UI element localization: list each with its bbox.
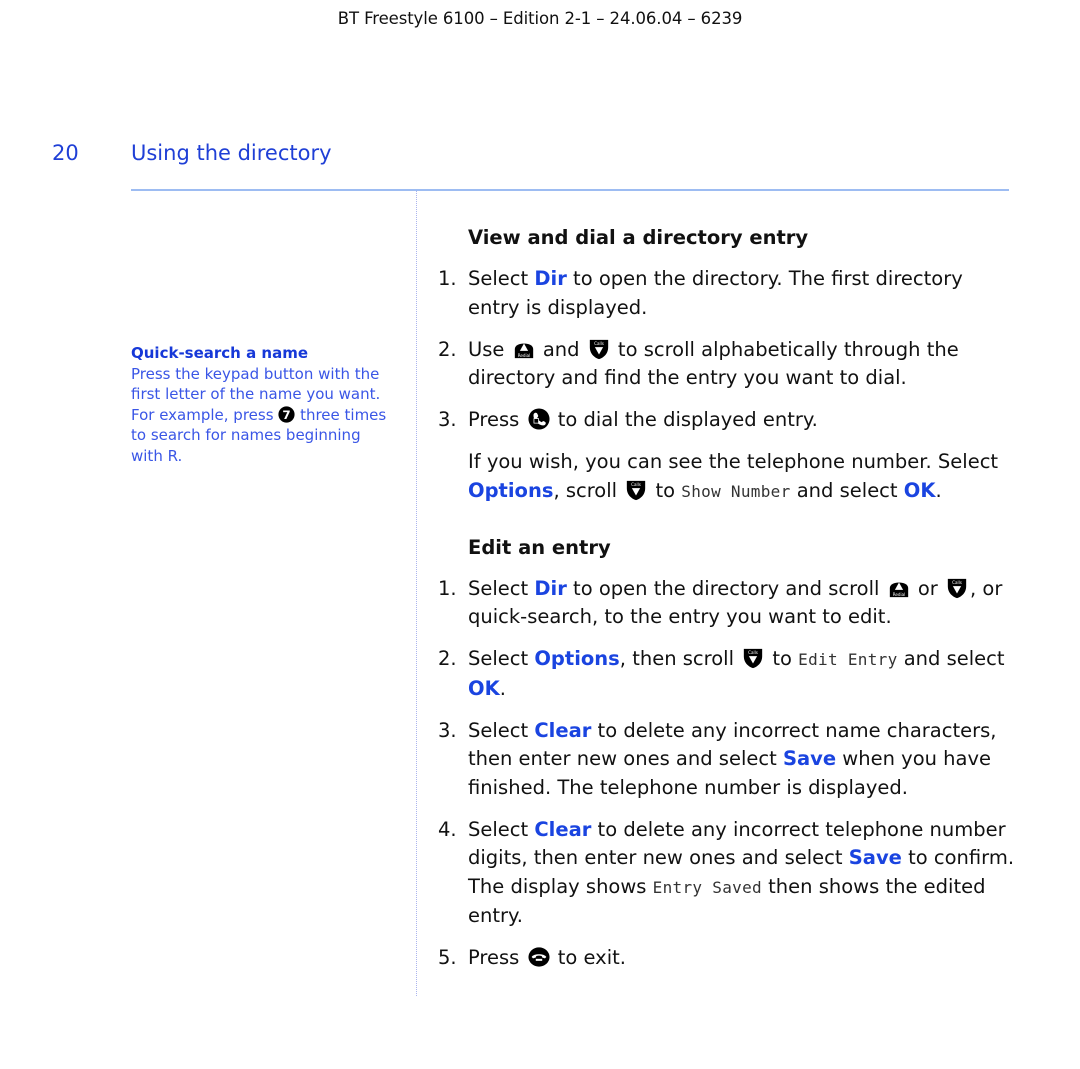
edit-step-4: 4. Select Clear to delete any incorrect … (438, 816, 1018, 931)
edit-step-5: 5. Press to exit. (438, 944, 1018, 973)
keyword-save: Save (782, 747, 837, 770)
step-number: 3. (438, 408, 457, 431)
step-text: and select (897, 647, 1005, 670)
step-text: to dial the displayed entry. (551, 408, 818, 431)
step-text: Select (468, 718, 535, 742)
step-text: . (499, 676, 506, 700)
step-text: Select (468, 576, 535, 600)
hang-up-icon (527, 946, 550, 968)
step-text: , then scroll (619, 647, 741, 670)
display-text-show-number: Show Number (681, 481, 791, 501)
view-section-heading: View and dial a directory entry (468, 226, 809, 249)
step-text: to (766, 647, 799, 670)
view-step-2: 2. Use Redial and Calls to scroll alphab… (438, 336, 1018, 393)
redial-up-icon: Redial (888, 577, 910, 599)
step-number: 5. (438, 946, 457, 969)
view-step-3: 3. Press to dial the displayed entry. (438, 406, 1018, 435)
keyword-clear: Clear (534, 817, 592, 841)
svg-text:Calls: Calls (631, 481, 641, 486)
step-text: to open the directory and scroll (566, 576, 886, 600)
svg-text:Calls: Calls (594, 340, 604, 345)
keyword-dir: Dir (534, 576, 567, 600)
sidebar-tip-title: Quick-search a name (131, 344, 309, 362)
page-number: 20 (52, 141, 79, 165)
step-text: and (536, 337, 586, 361)
step-text: Press (468, 408, 526, 431)
step-number: 1. (438, 267, 457, 290)
step-text: Select (468, 267, 535, 290)
main-content: View and dial a directory entry 1. Selec… (438, 224, 1018, 986)
calls-down-icon: Calls (946, 577, 968, 599)
calls-down-icon: Calls (625, 479, 647, 501)
view-note: If you wish, you can see the telephone n… (468, 448, 1018, 506)
keyword-ok: OK (903, 478, 936, 502)
section-title: Using the directory (131, 141, 332, 165)
edit-step-1: 1. Select Dir to open the directory and … (438, 575, 1018, 632)
svg-text:Redial: Redial (517, 352, 530, 357)
page-header: BT Freestyle 6100 – Edition 2-1 – 24.06.… (337, 9, 743, 28)
step-text: Use (468, 337, 511, 361)
edit-step-3: 3. Select Clear to delete any incorrect … (438, 717, 1018, 803)
sidebar-tip: Quick-search a name Press the keypad but… (131, 343, 391, 467)
step-text: Press (468, 946, 526, 969)
step-number: 2. (438, 337, 457, 361)
edit-step-2: 2. Select Options, then scroll Calls to … (438, 645, 1018, 703)
step-number: 3. (438, 718, 457, 742)
column-divider (416, 191, 417, 996)
keyword-options: Options (468, 478, 554, 502)
keyword-ok: OK (468, 676, 500, 700)
keyword-save: Save (848, 846, 902, 869)
svg-text:Calls: Calls (952, 579, 962, 584)
header-rule (131, 189, 1009, 191)
keyword-clear: Clear (534, 718, 592, 742)
step-text: Select (468, 817, 535, 841)
svg-text:Calls: Calls (748, 650, 758, 655)
note-text: If you wish, you can see the telephone n… (468, 450, 999, 473)
note-text: , scroll (553, 478, 624, 502)
redial-up-icon: Redial (513, 338, 535, 360)
step-text: to exit. (551, 946, 626, 969)
step-text: or (911, 576, 945, 600)
sidebar-tip-text: Press the keypad button with the first l… (131, 364, 391, 467)
keyword-options: Options (534, 647, 620, 670)
view-step-1: 1. Select Dir to open the directory. The… (438, 265, 1018, 322)
step-number: 1. (438, 576, 457, 600)
display-text-edit-entry: Edit Entry (798, 650, 898, 669)
note-text: to (649, 478, 682, 502)
calls-down-icon: Calls (742, 647, 764, 669)
step-text: Select (468, 647, 535, 670)
step-number: 2. (438, 647, 457, 670)
edit-section-heading: Edit an entry (468, 535, 611, 559)
display-text-entry-saved: Entry Saved (652, 877, 762, 897)
svg-text:7: 7 (283, 408, 291, 422)
talk-icon (527, 408, 550, 430)
step-number: 4. (438, 817, 457, 841)
keyword-dir: Dir (534, 267, 567, 290)
calls-down-icon: Calls (588, 338, 610, 360)
note-text: and select (790, 478, 904, 502)
note-text: . (935, 478, 942, 502)
svg-text:Redial: Redial (892, 591, 905, 596)
key-7-icon: 7 (278, 406, 295, 423)
